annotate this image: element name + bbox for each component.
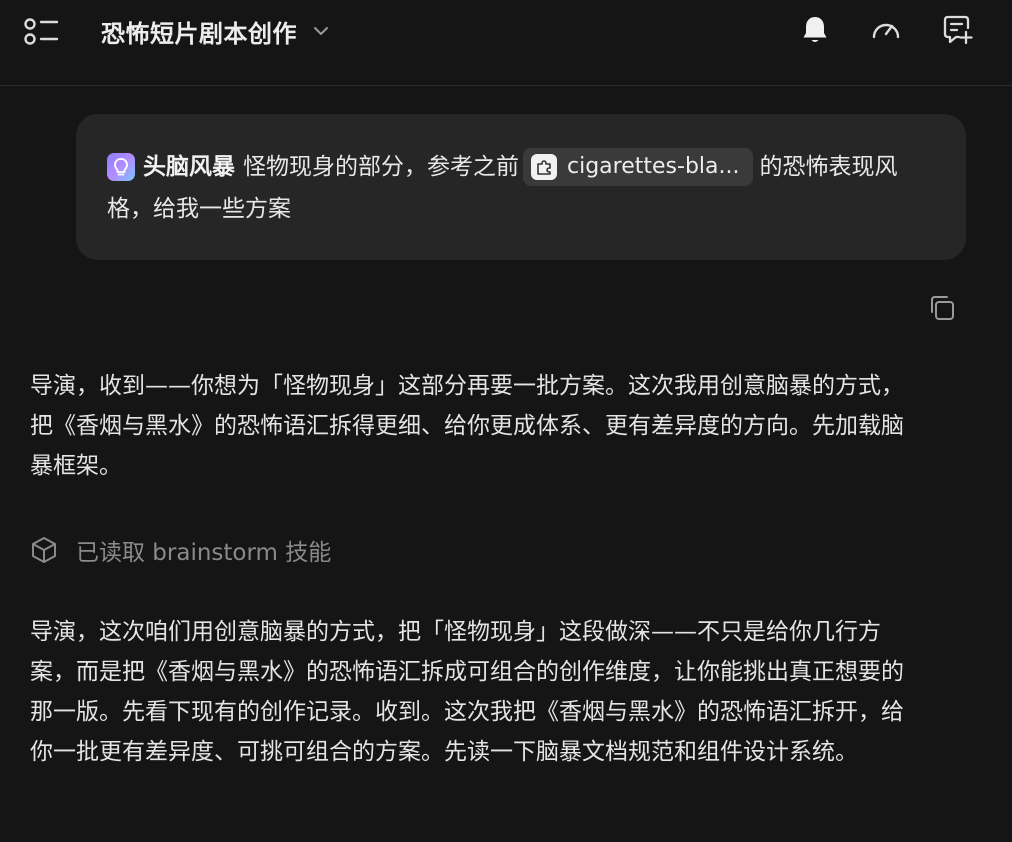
cube-icon: [32, 537, 56, 563]
skill-status[interactable]: 已读取 brainstorm 技能: [30, 530, 331, 570]
puzzle-icon: [531, 154, 557, 180]
skill-tag-label: 头脑风暴: [143, 154, 235, 180]
assistant-paragraph-1: 导演，收到——你想为「怪物现身」这部分再要一批方案。这次我用创意脑暴的方式，把《…: [30, 373, 904, 479]
file-chip-label: cigarettes-bla...: [567, 154, 740, 179]
message-text-before: 怪物现身的部分，参考之前: [243, 154, 519, 180]
lightbulb-icon: [107, 153, 135, 181]
assistant-paragraph-2: 导演，这次咱们用创意脑暴的方式，把「怪物现身」这段做深——不只是给你几行方案，而…: [30, 619, 904, 765]
copy-icon[interactable]: [926, 292, 958, 324]
page-title: 恐怖短片剧本创作: [101, 19, 297, 48]
conversation-title[interactable]: 恐怖短片剧本创作: [101, 14, 331, 48]
skill-tag[interactable]: 头脑风暴: [107, 146, 235, 188]
user-message-bubble: 头脑风暴 怪物现身的部分，参考之前 cigarettes-bla... 的恐怖表现风…: [76, 114, 966, 260]
file-chip[interactable]: cigarettes-bla...: [523, 148, 754, 186]
bell-icon[interactable]: [797, 12, 833, 48]
skill-status-label: 已读取 brainstorm 技能: [76, 540, 332, 566]
chat-plus-icon[interactable]: [940, 12, 976, 48]
gauge-icon[interactable]: [868, 12, 904, 48]
menu-list-icon[interactable]: [22, 14, 60, 48]
chevron-down-icon: [314, 27, 328, 35]
top-bar: 恐怖短片剧本创作: [0, 0, 1012, 86]
